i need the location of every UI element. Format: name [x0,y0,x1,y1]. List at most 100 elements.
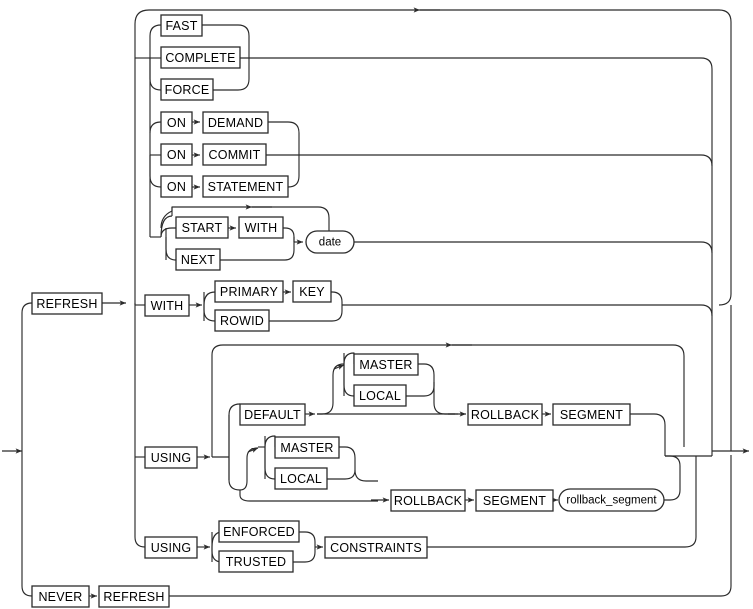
node-on-3[interactable]: ON [160,175,193,198]
node-segment-2[interactable]: SEGMENT [475,489,554,512]
node-with-label: WITH [151,299,184,313]
node-date-label: date [319,237,341,249]
node-refresh-never[interactable]: REFRESH [98,585,170,608]
node-commit[interactable]: COMMIT [202,143,267,166]
node-trusted-label: TRUSTED [226,555,286,569]
node-complete[interactable]: COMPLETE [160,46,241,69]
node-key-label: KEY [299,285,325,299]
collector-c [700,241,713,254]
node-date[interactable]: date [305,230,355,254]
key-out [331,291,343,305]
node-fast-label: FAST [165,19,197,33]
node-using-1-label: USING [151,451,192,465]
node-rollback-segment-label: rollback_segment [566,495,657,507]
rowid-in [203,305,216,322]
on3-in [149,155,162,188]
node-commit-label: COMMIT [209,148,261,162]
node-master-2[interactable]: MASTER [274,436,340,459]
lower-branch-in [228,457,241,491]
master2-in [264,435,276,448]
rollbackseg-out [664,455,681,501]
demand-out [268,121,300,155]
collector-d [700,304,713,317]
node-constraints-label: CONSTRAINTS [330,541,422,555]
local2-out [327,469,356,480]
node-never-label: NEVER [38,590,82,604]
next-in [165,237,177,261]
primary-in [203,291,216,306]
default-in [228,403,241,458]
node-never[interactable]: NEVER [31,585,90,608]
node-enforced[interactable]: ENFORCED [218,520,300,543]
node-default[interactable]: DEFAULT [239,403,306,426]
withstart-out [283,227,295,238]
node-rowid[interactable]: ROWID [214,309,270,332]
node-statement[interactable]: STATEMENT [202,175,289,198]
ml2-up [239,447,259,491]
node-rollback-2[interactable]: ROLLBACK [390,489,466,512]
node-demand[interactable]: DEMAND [202,111,269,134]
master1-in [343,352,355,365]
enforced-out [299,531,316,547]
node-constraints[interactable]: CONSTRAINTS [324,536,428,559]
node-with[interactable]: WITH [144,294,190,317]
on1-in [149,121,162,134]
left-spine-down [21,451,33,597]
node-rollback-1[interactable]: ROLLBACK [467,403,543,426]
node-force-label: FORCE [165,83,210,97]
node-enforced-label: ENFORCED [223,525,295,539]
node-force[interactable]: FORCE [160,78,214,101]
fast-in [149,24,162,37]
node-master-1[interactable]: MASTER [353,353,419,376]
refresh-clause-railroad-diagram: REFRESH FAST COMPLETE FORCE ON DEMAND ON… [2,7,749,608]
railroad-diagram-canvas: REFRESH FAST COMPLETE FORCE ON DEMAND ON… [0,0,753,609]
node-refresh-never-label: REFRESH [103,590,164,604]
node-demand-label: DEMAND [208,116,263,130]
node-using-2-label: USING [151,541,192,555]
node-on-3-label: ON [167,180,186,194]
collector-b [700,154,713,167]
statement-out [287,155,300,188]
node-local-2-label: LOCAL [280,472,322,486]
node-fast[interactable]: FAST [160,14,203,37]
master2-out [339,446,378,482]
node-on-1[interactable]: ON [160,111,193,134]
node-start[interactable]: START [175,216,229,239]
node-refresh[interactable]: REFRESH [31,292,103,315]
start-in [160,227,176,238]
node-trusted[interactable]: TRUSTED [218,550,294,573]
master1-out [418,363,435,382]
node-using-2[interactable]: USING [144,536,198,559]
node-key[interactable]: KEY [292,280,332,303]
node-on-2-label: ON [167,148,186,162]
node-next-label: NEXT [181,253,215,267]
node-master-1-label: MASTER [359,358,412,372]
node-segment-1[interactable]: SEGMENT [552,403,631,426]
stub-using-2 [134,536,146,548]
trusted-out [293,547,316,563]
node-master-2-label: MASTER [280,441,333,455]
node-next[interactable]: NEXT [175,248,221,271]
node-rollback-2-label: ROLLBACK [394,494,463,508]
ml2-bypass [239,490,378,502]
next-out [220,237,295,261]
node-local-1-label: LOCAL [359,389,401,403]
node-local-2[interactable]: LOCAL [274,467,328,490]
node-rollback-segment[interactable]: rollback_segment [558,488,665,512]
node-rollback-1-label: ROLLBACK [471,408,540,422]
local1-in [343,364,355,397]
node-default-label: DEFAULT [244,408,301,422]
segment1-out [630,413,666,456]
node-using-1[interactable]: USING [144,446,198,469]
node-local-1[interactable]: LOCAL [353,384,407,407]
node-complete-label: COMPLETE [165,51,235,65]
node-with-start[interactable]: WITH [238,216,284,239]
node-rowid-label: ROWID [220,314,264,328]
local1-out [406,382,435,397]
node-start-label: START [182,221,223,235]
local2-in [264,447,276,480]
node-primary[interactable]: PRIMARY [214,280,284,303]
node-refresh-label: REFRESH [36,297,97,311]
node-on-2[interactable]: ON [160,143,193,166]
node-on-1-label: ON [167,116,186,130]
